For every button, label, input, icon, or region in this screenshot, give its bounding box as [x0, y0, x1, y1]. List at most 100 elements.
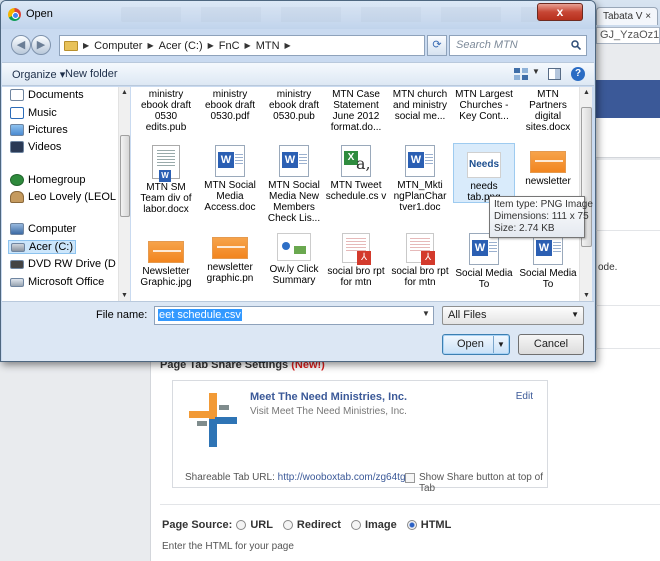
- dialog-toolbar: Organize ▾ New folder ▼ ?: [2, 62, 594, 86]
- search-icon[interactable]: [571, 40, 581, 50]
- nav-item-music[interactable]: Music: [10, 107, 57, 119]
- breadcrumb-computer[interactable]: Computer: [94, 40, 142, 52]
- file-item[interactable]: MTN Partners digital sites.docx: [517, 89, 579, 133]
- breadcrumb-fnc[interactable]: FnC: [219, 40, 240, 52]
- file-name: ministry ebook draft 0530.pdf: [204, 89, 256, 122]
- file-item[interactable]: ministry ebook draft 0530.pub: [263, 89, 325, 122]
- cancel-button[interactable]: Cancel: [518, 334, 584, 355]
- scroll-up-icon[interactable]: ▲: [583, 89, 590, 96]
- file-item[interactable]: MTN Tweet schedule.cs v: [325, 145, 387, 202]
- file-item[interactable]: MTN Social Media New Members Check Lis..…: [263, 145, 325, 224]
- nav-item-drive-c[interactable]: Acer (C:): [8, 240, 76, 254]
- open-file-dialog: Open x ◀ ▶ ▶ Computer ▶ Acer (C:) ▶ FnC …: [0, 0, 596, 362]
- scroll-thumb[interactable]: [120, 135, 130, 217]
- dvd-drive-icon: [10, 259, 24, 269]
- change-view-icon[interactable]: [514, 68, 528, 80]
- nav-item-user[interactable]: Leo Lovely (LEOL: [10, 191, 116, 203]
- file-name: MTN Tweet schedule.cs v: [325, 180, 387, 202]
- file-item[interactable]: newsletter: [517, 145, 579, 187]
- file-name-input[interactable]: eet schedule.csv: [154, 306, 434, 325]
- nav-item-computer[interactable]: Computer: [10, 223, 76, 235]
- scroll-up-icon[interactable]: ▲: [121, 89, 128, 96]
- card-subtitle: Visit Meet The Need Ministries, Inc.: [250, 406, 407, 417]
- excel-csv-icon: [341, 145, 371, 177]
- source-redirect-radio[interactable]: [282, 520, 293, 530]
- file-item[interactable]: MTN Case Statement June 2012 format.do..…: [325, 89, 387, 133]
- file-name: Social Media To: [519, 268, 577, 290]
- file-item[interactable]: MTN SM Team div of labor.docx: [135, 145, 197, 215]
- chevron-down-icon[interactable]: ▼: [422, 309, 430, 318]
- refresh-button[interactable]: ⟳: [427, 35, 447, 56]
- file-name: Ow.ly Click Summary: [269, 264, 319, 286]
- address-breadcrumb[interactable]: ▶ Computer ▶ Acer (C:) ▶ FnC ▶ MTN ▶ ▼: [59, 35, 474, 56]
- source-image-radio[interactable]: [350, 520, 361, 530]
- homegroup-icon: [10, 174, 24, 186]
- user-icon: [10, 191, 24, 203]
- pdf-icon: [406, 233, 435, 265]
- scroll-down-icon[interactable]: ▼: [121, 292, 128, 299]
- breadcrumb-mtn[interactable]: MTN: [256, 40, 280, 52]
- nav-item-documents[interactable]: Documents: [10, 89, 84, 101]
- open-button[interactable]: Open ▼: [442, 334, 510, 355]
- videos-icon: [10, 141, 24, 153]
- file-item[interactable]: Social Media To: [453, 233, 515, 290]
- folder-icon: [64, 40, 78, 51]
- nav-item-dvd[interactable]: DVD RW Drive (D: [10, 258, 116, 270]
- file-name: Social Media To: [455, 268, 513, 290]
- nav-item-homegroup[interactable]: Homegroup: [10, 174, 85, 186]
- show-share-checkbox[interactable]: [405, 473, 415, 483]
- page-header-strip: [596, 118, 660, 158]
- close-button[interactable]: x: [537, 3, 583, 21]
- nav-item-videos[interactable]: Videos: [10, 141, 61, 153]
- navigation-pane: Documents Music Pictures Videos Homegrou…: [2, 87, 130, 301]
- file-item[interactable]: ministry ebook draft 0530.pdf: [199, 89, 261, 122]
- organize-menu[interactable]: Organize ▾: [12, 68, 65, 81]
- file-item[interactable]: Social Media To: [517, 233, 579, 290]
- breadcrumb-drive[interactable]: Acer (C:): [159, 40, 203, 52]
- facebook-header-bar: [596, 80, 660, 118]
- file-item[interactable]: MTN church and ministry social me...: [389, 89, 451, 122]
- browser-tab[interactable]: Tabata V ×: [596, 7, 658, 25]
- nav-item-label: Documents: [28, 89, 84, 101]
- card-title[interactable]: Meet The Need Ministries, Inc.: [250, 391, 407, 403]
- search-input[interactable]: Search MTN: [449, 35, 587, 56]
- file-name: ministry ebook draft 0530.pub: [268, 89, 320, 122]
- help-icon[interactable]: ?: [571, 67, 585, 81]
- file-item[interactable]: social bro rpt for mtn: [389, 233, 451, 288]
- file-item[interactable]: ministry ebook draft 0530 edits.pub: [135, 89, 197, 133]
- file-item-selected[interactable]: Needs needs tab.png: [453, 143, 515, 203]
- edit-link[interactable]: Edit: [516, 391, 533, 402]
- preview-pane-icon[interactable]: [548, 68, 561, 80]
- file-item[interactable]: Newsletter Graphic.jpg: [135, 233, 197, 288]
- shareable-url-link[interactable]: http://wooboxtab.com/zg64tg9: [278, 472, 411, 483]
- file-item[interactable]: social bro rpt for mtn: [325, 233, 387, 288]
- chevron-down-icon[interactable]: ▼: [493, 336, 508, 353]
- source-url-radio[interactable]: [236, 520, 247, 530]
- new-folder-button[interactable]: New folder: [65, 68, 118, 80]
- show-share-label: Show Share button at top of Tab: [419, 472, 543, 494]
- file-name: ministry ebook draft 0530 edits.pub: [140, 89, 192, 133]
- nav-item-pictures[interactable]: Pictures: [10, 124, 68, 136]
- dialog-titlebar[interactable]: Open x: [1, 1, 595, 29]
- page-text-fragment: ode.: [598, 262, 618, 273]
- nav-item-office[interactable]: Microsoft Office: [10, 276, 104, 288]
- file-name: MTN Social Media New Members Check Lis..…: [267, 180, 321, 224]
- scroll-down-icon[interactable]: ▼: [583, 292, 590, 299]
- file-info-tooltip: Item type: PNG Image Dimensions: 111 x 7…: [489, 196, 593, 238]
- browser-address-bar[interactable]: GJ_YzaOz1O: [596, 27, 660, 44]
- file-list-scrollbar[interactable]: ▲ ▼: [579, 87, 592, 301]
- file-item[interactable]: MTN_Mkti ngPlanChar tver1.doc: [389, 145, 451, 213]
- file-item[interactable]: MTN Social Media Access.doc: [199, 145, 261, 213]
- file-item[interactable]: newsletter graphic.pn: [199, 227, 261, 284]
- nav-scrollbar[interactable]: ▲ ▼: [118, 87, 130, 301]
- source-html-radio[interactable]: [406, 520, 417, 530]
- page-content-right: [596, 160, 660, 350]
- file-type-select[interactable]: All Files ▼: [442, 306, 584, 325]
- file-item[interactable]: MTN Largest Churches - Key Cont...: [453, 89, 515, 122]
- source-image-label: Image: [364, 519, 397, 531]
- file-item[interactable]: Ow.ly Click Summary: [263, 233, 325, 286]
- back-button[interactable]: ◀: [11, 35, 31, 55]
- chevron-down-icon[interactable]: ▼: [532, 67, 540, 76]
- forward-button[interactable]: ▶: [31, 35, 51, 55]
- computer-icon: [10, 223, 24, 235]
